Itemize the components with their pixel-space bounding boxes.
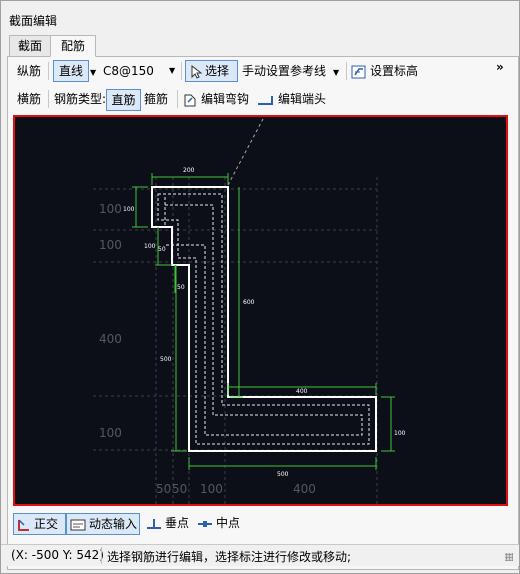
line-mode-button[interactable]: 直线 [53,60,89,82]
edit-end-label: 编辑端头 [278,92,327,106]
dim-label[interactable]: 100 [123,206,135,213]
dim-label[interactable]: 50 [177,284,185,291]
toolbar-overflow-button[interactable]: » [496,56,504,78]
set-elevation-button[interactable]: 设置标高 [351,60,418,82]
perpendicular-snap-toggle[interactable]: 垂点 [146,512,189,534]
cursor-coordinates: (X: -500 Y: 542) [11,548,104,562]
straight-bar-button[interactable]: 直筋 [106,89,141,111]
section-outline[interactable] [151,186,377,452]
midpoint-icon [198,520,212,527]
separator [181,62,182,80]
dim-label[interactable]: 200 [183,167,195,174]
dim-label[interactable]: 100 [144,243,156,250]
window-title: 截面编辑 [9,14,58,28]
bar-end-icon [258,95,273,105]
midpoint-snap-toggle[interactable]: 中点 [197,512,240,534]
dim-label[interactable]: 50 [158,246,166,253]
edit-hook-button[interactable]: 编辑弯钩 [182,88,249,110]
section-editor-window: 截面编辑 截面 配筋 纵筋 直线 ▼ C8@150 ▼ 选择 手动设置参考线 ▼… [0,0,520,574]
midpoint-label: 中点 [216,516,241,530]
stirrup-button[interactable]: 箍筋 [144,88,168,110]
status-message: 选择钢筋进行编辑，选择标注进行修改或移动; [107,550,352,564]
dynamic-input-label: 动态输入 [89,517,138,531]
perpendicular-icon [147,518,161,529]
chevron-down-icon: ▼ [169,66,176,75]
bar-type-label: 钢筋类型: [54,92,107,106]
grid-label: 400 [293,482,316,496]
ortho-label: 正交 [34,517,59,531]
elevation-icon [351,65,366,78]
select-button[interactable]: 选择 [185,60,238,82]
grid-label: 400 [99,332,122,346]
separator [48,90,49,108]
dim-label[interactable]: 500 [277,471,289,478]
grid-label: 100 [99,426,122,440]
dimension-lines[interactable] [132,173,395,470]
drawing-canvas[interactable]: 100 100 400 100 50 50 100 400 200 100 10… [13,115,508,506]
dim-label[interactable]: 600 [243,299,255,306]
rebar-spec-value: C8@150 [103,64,154,78]
dynamic-input-icon [70,519,86,530]
separator [48,62,49,80]
reference-line-dropdown[interactable]: ▼ [333,60,339,82]
resize-grip-icon[interactable] [505,553,513,561]
separator [101,547,102,564]
chevron-down-icon: ▼ [90,68,97,77]
dim-label[interactable]: 100 [394,430,406,437]
select-label: 选择 [205,64,230,78]
tab-section[interactable]: 截面 [9,35,51,56]
dynamic-input-toggle[interactable]: 动态输入 [66,513,140,535]
ortho-toggle[interactable]: 正交 [13,513,66,535]
grid-label: 100 [99,238,122,252]
section-drawing[interactable]: 100 100 400 100 50 50 100 400 200 100 10… [15,117,506,504]
line-mode-dropdown[interactable]: ▼ [90,60,96,82]
rebar-spec-select[interactable]: C8@150 ▼ [103,60,177,82]
chevron-down-icon: ▼ [333,68,340,77]
longitudinal-rebar-label[interactable]: 纵筋 [17,60,41,82]
dim-label[interactable]: 500 [160,356,172,363]
grid-label: 100 [200,482,223,496]
dim-label[interactable]: 400 [296,388,308,395]
hook-icon [184,94,196,106]
edit-hook-label: 编辑弯钩 [201,92,250,106]
tab-rebar[interactable]: 配筋 [50,35,96,57]
cursor-icon [191,64,203,79]
transverse-rebar-label[interactable]: 横筋 [17,88,41,110]
separator [177,90,178,108]
status-bar: (X: -500 Y: 542) 选择钢筋进行编辑，选择标注进行修改或移动; [1,544,519,566]
grid-label: 50 [156,482,171,496]
set-elevation-label: 设置标高 [370,64,419,78]
separator [346,62,347,80]
manual-reference-line-button[interactable]: 手动设置参考线 [242,60,326,82]
reference-line[interactable] [227,118,264,186]
grid-label: 100 [99,202,122,216]
perpendicular-label: 垂点 [165,516,190,530]
ortho-icon [18,518,29,531]
grid-label: 50 [172,482,187,496]
edit-end-button[interactable]: 编辑端头 [257,88,326,110]
